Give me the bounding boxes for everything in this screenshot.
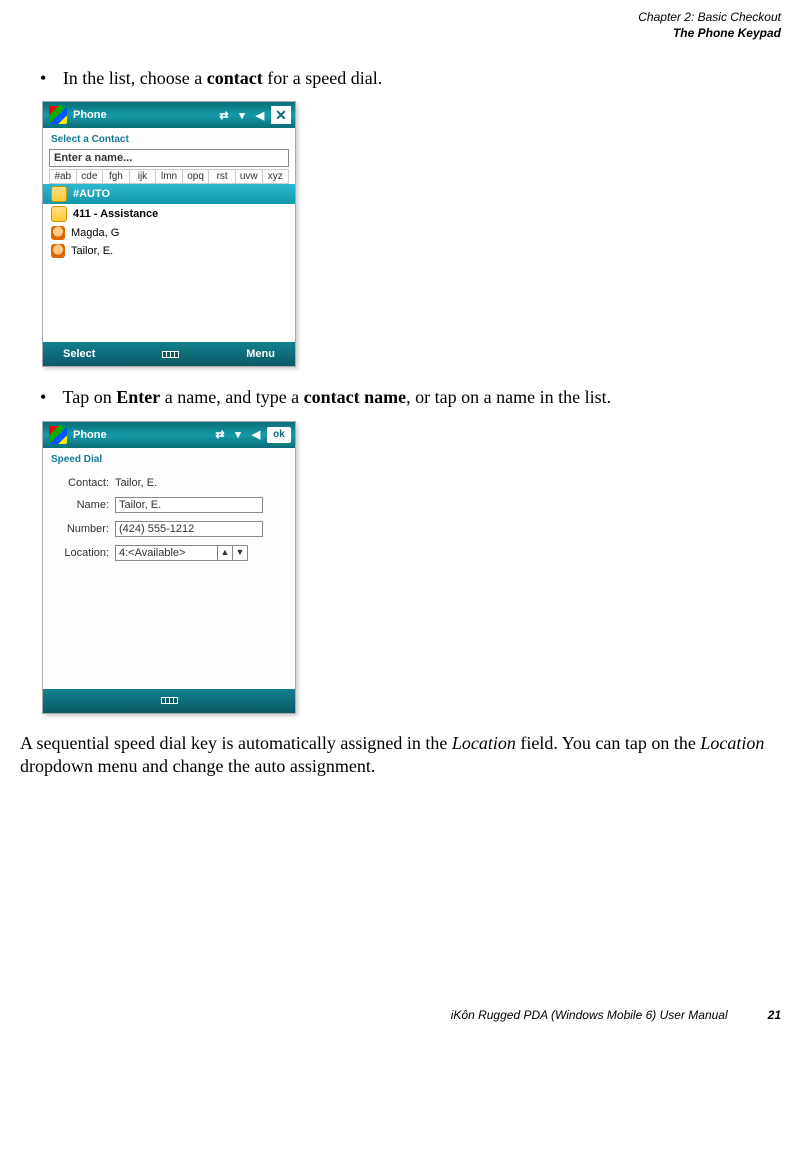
number-row: Number: (424) 555-1212 bbox=[53, 521, 285, 537]
alpha-cell[interactable]: fgh bbox=[103, 170, 130, 184]
enter-name-input[interactable]: Enter a name... bbox=[49, 149, 289, 167]
location-input[interactable]: 4:<Available> bbox=[115, 545, 219, 561]
para-i1: Location bbox=[452, 733, 516, 753]
bullet-2-pre: Tap on bbox=[63, 387, 117, 407]
list-item-label: Magda, G bbox=[71, 227, 119, 239]
name-label: Name: bbox=[53, 499, 109, 511]
bullet-2-bold1: Enter bbox=[116, 387, 160, 407]
bullet-1: In the list, choose a contact for a spee… bbox=[40, 66, 781, 91]
list-item-label: #AUTO bbox=[73, 188, 110, 200]
location-spinner: ▲ ▼ bbox=[218, 545, 248, 561]
signal-icon[interactable]: ▾ bbox=[231, 428, 245, 442]
start-icon[interactable] bbox=[49, 426, 67, 444]
person-icon bbox=[51, 226, 65, 240]
bullet-2-mid: a name, and type a bbox=[160, 387, 303, 407]
spin-down-button[interactable]: ▼ bbox=[232, 545, 248, 561]
start-icon[interactable] bbox=[49, 106, 67, 124]
para-t1: A sequential speed dial key is automatic… bbox=[20, 733, 452, 753]
signal-icon[interactable]: ▾ bbox=[235, 108, 249, 122]
para-i2: Location bbox=[700, 733, 764, 753]
bullet-2: Tap on Enter a name, and type a contact … bbox=[40, 385, 781, 410]
volume-icon[interactable]: ◀ bbox=[253, 108, 267, 122]
location-row: Location: 4:<Available> ▲ ▼ bbox=[53, 545, 285, 561]
section-line: The Phone Keypad bbox=[20, 26, 781, 42]
alpha-cell[interactable]: lmn bbox=[156, 170, 183, 184]
connectivity-icon[interactable]: ⇄ bbox=[217, 108, 231, 122]
title-bar: Phone ⇄ ▾ ◀ ok bbox=[43, 422, 295, 448]
bullet-2-bold2: contact name bbox=[304, 387, 406, 407]
screen-subhead: Select a Contact bbox=[43, 128, 295, 149]
bottom-bar: Select Menu bbox=[43, 342, 295, 366]
contact-list: #AUTO 411 - Assistance Magda, G Tailor, … bbox=[43, 184, 295, 342]
window-title: Phone bbox=[73, 429, 107, 441]
chapter-line: Chapter 2: Basic Checkout bbox=[20, 10, 781, 26]
name-row: Name: Tailor, E. bbox=[53, 497, 285, 513]
list-item-label: Tailor, E. bbox=[71, 245, 113, 257]
bullet-1-bold: contact bbox=[207, 68, 263, 88]
location-label: Location: bbox=[53, 547, 109, 559]
list-item[interactable]: Tailor, E. bbox=[43, 242, 295, 260]
screenshot-select-contact: Phone ⇄ ▾ ◀ ✕ Select a Contact Enter a n… bbox=[42, 101, 296, 367]
keyboard-icon[interactable] bbox=[162, 351, 179, 358]
menu-softkey[interactable]: Menu bbox=[226, 348, 295, 360]
alpha-index-row: #ab cde fgh ijk lmn opq rst uvw xyz bbox=[49, 169, 289, 184]
contact-icon bbox=[51, 186, 67, 202]
title-bar: Phone ⇄ ▾ ◀ ✕ bbox=[43, 102, 295, 128]
contact-value: Tailor, E. bbox=[115, 477, 285, 489]
page-header: Chapter 2: Basic Checkout The Phone Keyp… bbox=[20, 10, 781, 41]
list-item[interactable]: 411 - Assistance bbox=[43, 204, 295, 224]
person-icon bbox=[51, 244, 65, 258]
page-footer: iKôn Rugged PDA (Windows Mobile 6) User … bbox=[20, 1008, 781, 1022]
para-t2: field. You can tap on the bbox=[516, 733, 700, 753]
bullet-2-post: , or tap on a name in the list. bbox=[406, 387, 611, 407]
number-input[interactable]: (424) 555-1212 bbox=[115, 521, 263, 537]
list-item-auto[interactable]: #AUTO bbox=[43, 184, 295, 204]
page-number: 21 bbox=[768, 1008, 781, 1022]
screen-subhead: Speed Dial bbox=[43, 448, 295, 469]
alpha-cell[interactable]: opq bbox=[183, 170, 210, 184]
contact-icon bbox=[51, 206, 67, 222]
alpha-cell[interactable]: ijk bbox=[130, 170, 157, 184]
name-input[interactable]: Tailor, E. bbox=[115, 497, 263, 513]
keyboard-icon[interactable] bbox=[161, 697, 178, 704]
volume-icon[interactable]: ◀ bbox=[249, 428, 263, 442]
window-title: Phone bbox=[73, 109, 107, 121]
manual-title: iKôn Rugged PDA (Windows Mobile 6) User … bbox=[451, 1008, 728, 1022]
alpha-cell[interactable]: uvw bbox=[236, 170, 263, 184]
select-softkey[interactable]: Select bbox=[43, 348, 115, 360]
bullet-1-pre: In the list, choose a bbox=[63, 68, 207, 88]
para-t3: dropdown menu and change the auto assign… bbox=[20, 756, 375, 776]
spin-up-button[interactable]: ▲ bbox=[217, 545, 233, 561]
ok-button[interactable]: ok bbox=[267, 427, 291, 443]
alpha-cell[interactable]: rst bbox=[209, 170, 236, 184]
list-item-label: 411 - Assistance bbox=[73, 208, 158, 220]
connectivity-icon[interactable]: ⇄ bbox=[213, 428, 227, 442]
bullet-1-post: for a speed dial. bbox=[263, 68, 382, 88]
list-item[interactable]: Magda, G bbox=[43, 224, 295, 242]
contact-label: Contact: bbox=[53, 477, 109, 489]
alpha-cell[interactable]: #ab bbox=[50, 170, 77, 184]
screenshot-speed-dial: Phone ⇄ ▾ ◀ ok Speed Dial Contact: Tailo… bbox=[42, 421, 296, 714]
number-label: Number: bbox=[53, 523, 109, 535]
close-button[interactable]: ✕ bbox=[271, 106, 291, 124]
body-paragraph: A sequential speed dial key is automatic… bbox=[20, 732, 781, 779]
alpha-cell[interactable]: cde bbox=[77, 170, 104, 184]
contact-row: Contact: Tailor, E. bbox=[53, 477, 285, 489]
bottom-bar bbox=[43, 689, 295, 713]
speed-dial-form: Contact: Tailor, E. Name: Tailor, E. Num… bbox=[43, 469, 295, 689]
alpha-cell[interactable]: xyz bbox=[263, 170, 290, 184]
